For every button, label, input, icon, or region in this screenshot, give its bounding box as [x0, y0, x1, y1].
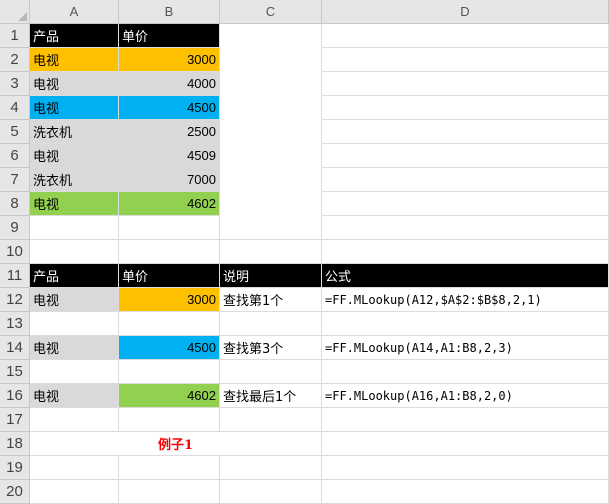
table1-product-cell[interactable]: 电视 [30, 144, 119, 168]
cell-d20[interactable] [322, 480, 609, 504]
table2-price-cell[interactable]: 4602 [119, 384, 220, 408]
row-header-7[interactable]: 7 [0, 168, 30, 192]
table2-header-price[interactable]: 单价 [119, 264, 220, 288]
column-header-a[interactable]: A [30, 0, 119, 24]
cell-a10[interactable] [30, 240, 119, 264]
cell-d3[interactable] [322, 72, 609, 96]
cell-d10[interactable] [322, 240, 609, 264]
cell-d15[interactable] [322, 360, 609, 384]
table2-description-cell[interactable]: 查找第1个 [220, 288, 322, 312]
cell-b10[interactable] [119, 240, 220, 264]
table2-header-description[interactable]: 说明 [220, 264, 322, 288]
cell-b9[interactable] [119, 216, 220, 240]
table1-product-cell[interactable]: 洗衣机 [30, 168, 119, 192]
cells-c1-c9[interactable] [220, 24, 322, 240]
row-header-4[interactable]: 4 [0, 96, 30, 120]
table1-product-cell[interactable]: 电视 [30, 96, 119, 120]
row-header-8[interactable]: 8 [0, 192, 30, 216]
table2-price-cell[interactable]: 4500 [119, 336, 220, 360]
column-header-c[interactable]: C [220, 0, 322, 24]
cell-d17[interactable] [322, 408, 609, 432]
cell-a15[interactable] [30, 360, 119, 384]
select-all-corner[interactable] [0, 0, 30, 24]
table1-product-cell[interactable]: 电视 [30, 48, 119, 72]
table1-product-cell[interactable]: 电视 [30, 72, 119, 96]
table2-product-cell[interactable]: 电视 [30, 288, 119, 312]
spreadsheet: A B C D 1 2 3 4 5 6 7 8 9 10 11 12 13 14… [0, 0, 609, 504]
row-header-16[interactable]: 16 [0, 384, 30, 408]
table1-product-cell[interactable]: 电视 [30, 192, 119, 216]
table2-price-cell[interactable]: 3000 [119, 288, 220, 312]
table2-description-cell[interactable]: 查找第3个 [220, 336, 322, 360]
row-header-3[interactable]: 3 [0, 72, 30, 96]
cell-a9[interactable] [30, 216, 119, 240]
row-header-1[interactable]: 1 [0, 24, 30, 48]
row-header-11[interactable]: 11 [0, 264, 30, 288]
table1-price-cell[interactable]: 3000 [119, 48, 220, 72]
cell-d18[interactable] [322, 432, 609, 456]
cell-b13[interactable] [119, 312, 220, 336]
cell-d7[interactable] [322, 168, 609, 192]
row-header-5[interactable]: 5 [0, 120, 30, 144]
table2-formula-cell[interactable]: =FF.MLookup(A14,A1:B8,2,3) [322, 336, 609, 360]
cell-b20[interactable] [119, 480, 220, 504]
example-label-cell[interactable]: 例子1 [30, 432, 322, 456]
table1-price-cell[interactable]: 2500 [119, 120, 220, 144]
table2-header-product[interactable]: 产品 [30, 264, 119, 288]
cell-c13[interactable] [220, 312, 322, 336]
cell-c10[interactable] [220, 240, 322, 264]
table2-formula-cell[interactable]: =FF.MLookup(A16,A1:B8,2,0) [322, 384, 609, 408]
row-header-2[interactable]: 2 [0, 48, 30, 72]
row-header-6[interactable]: 6 [0, 144, 30, 168]
row-header-10[interactable]: 10 [0, 240, 30, 264]
table1-price-cell[interactable]: 7000 [119, 168, 220, 192]
cell-d19[interactable] [322, 456, 609, 480]
row-header-12[interactable]: 12 [0, 288, 30, 312]
cell-d4[interactable] [322, 96, 609, 120]
cell-a20[interactable] [30, 480, 119, 504]
row-header-19[interactable]: 19 [0, 456, 30, 480]
cell-d2[interactable] [322, 48, 609, 72]
cell-c15[interactable] [220, 360, 322, 384]
table1-header-price[interactable]: 单价 [119, 24, 220, 48]
cell-c20[interactable] [220, 480, 322, 504]
table1-price-cell[interactable]: 4000 [119, 72, 220, 96]
column-header-d[interactable]: D [322, 0, 609, 24]
table1-product-cell[interactable]: 洗衣机 [30, 120, 119, 144]
row-header-20[interactable]: 20 [0, 480, 30, 504]
table2-formula-cell[interactable]: =FF.MLookup(A12,$A$2:$B$8,2,1) [322, 288, 609, 312]
table2-description-cell[interactable]: 查找最后1个 [220, 384, 322, 408]
cell-d6[interactable] [322, 144, 609, 168]
cell-d9[interactable] [322, 216, 609, 240]
table2-product-cell[interactable]: 电视 [30, 384, 119, 408]
cell-d1[interactable] [322, 24, 609, 48]
table2-product-cell[interactable]: 电视 [30, 336, 119, 360]
column-header-b[interactable]: B [119, 0, 220, 24]
row-header-17[interactable]: 17 [0, 408, 30, 432]
table1-header-product[interactable]: 产品 [30, 24, 119, 48]
cell-b15[interactable] [119, 360, 220, 384]
row-header-14[interactable]: 14 [0, 336, 30, 360]
table1-price-cell[interactable]: 4602 [119, 192, 220, 216]
cell-c19[interactable] [220, 456, 322, 480]
cell-c17[interactable] [220, 408, 322, 432]
row-header-13[interactable]: 13 [0, 312, 30, 336]
cell-a13[interactable] [30, 312, 119, 336]
cell-a17[interactable] [30, 408, 119, 432]
row-header-18[interactable]: 18 [0, 432, 30, 456]
row-header-9[interactable]: 9 [0, 216, 30, 240]
cell-b19[interactable] [119, 456, 220, 480]
cell-d13[interactable] [322, 312, 609, 336]
row-header-15[interactable]: 15 [0, 360, 30, 384]
cell-b17[interactable] [119, 408, 220, 432]
table2-header-formula[interactable]: 公式 [322, 264, 609, 288]
table1-price-cell[interactable]: 4509 [119, 144, 220, 168]
cell-a19[interactable] [30, 456, 119, 480]
table1-price-cell[interactable]: 4500 [119, 96, 220, 120]
cell-d8[interactable] [322, 192, 609, 216]
cell-d5[interactable] [322, 120, 609, 144]
